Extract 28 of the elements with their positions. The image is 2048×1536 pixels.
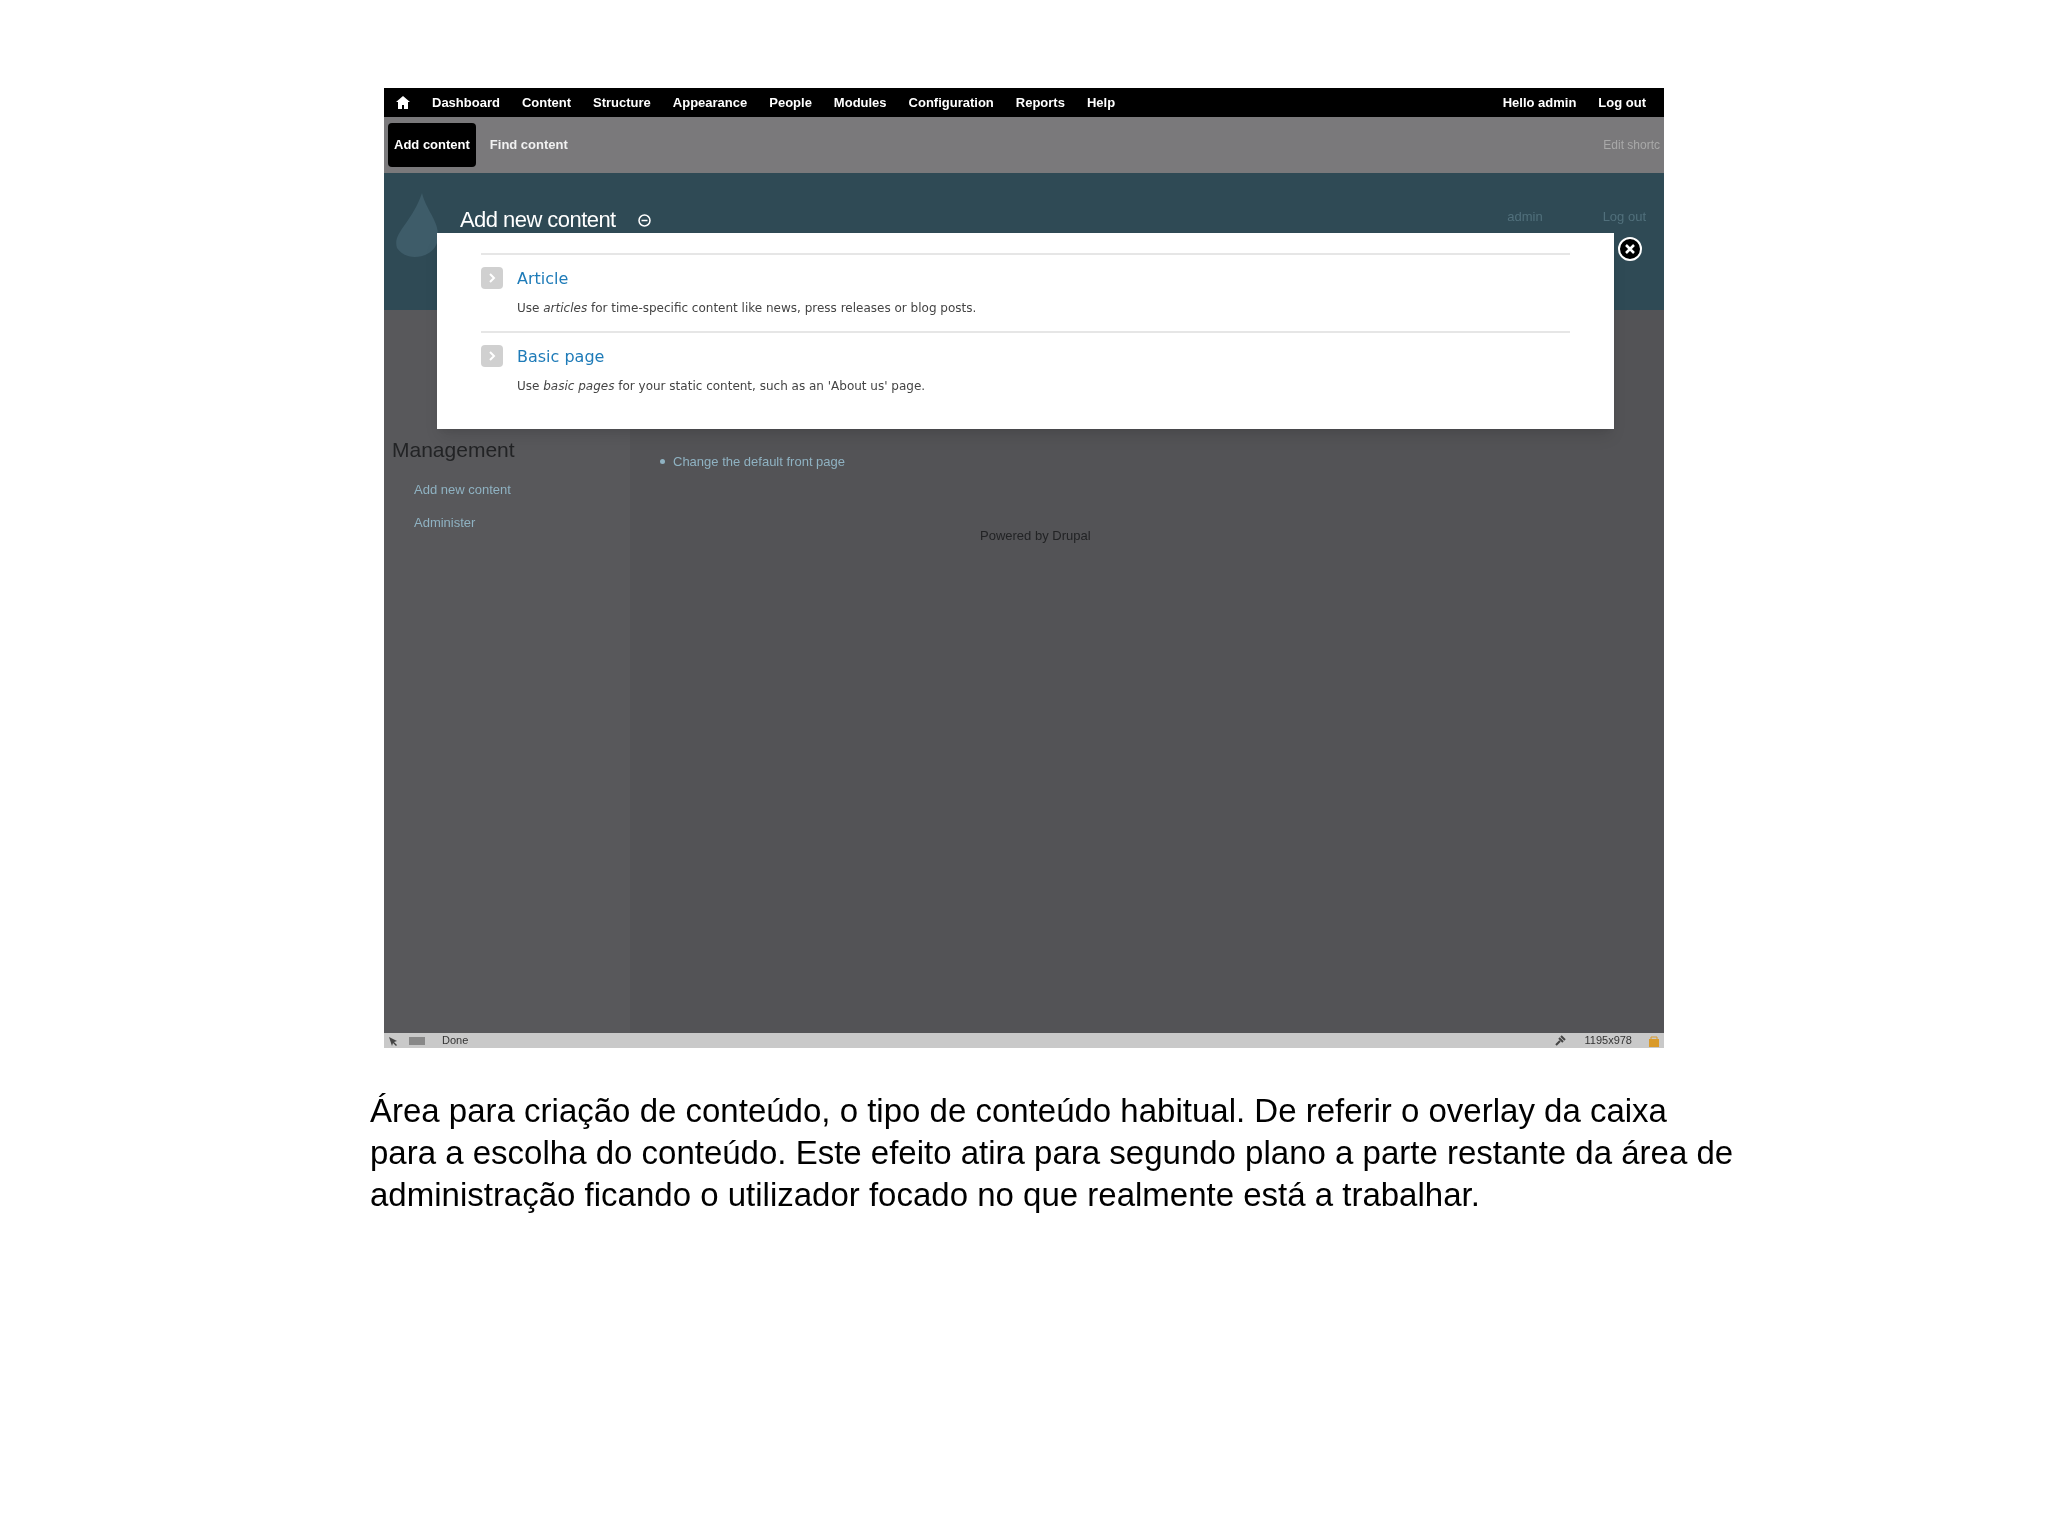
bullet-icon bbox=[660, 459, 665, 465]
greeting-text: Hello admin bbox=[1502, 93, 1577, 112]
menu-link[interactable]: Modules bbox=[833, 92, 887, 113]
content-type-link[interactable]: Basic page bbox=[517, 345, 605, 369]
logout-link[interactable]: Log out bbox=[1598, 92, 1646, 113]
lock-icon bbox=[1648, 1034, 1660, 1047]
shortcut-tab[interactable]: Add content bbox=[388, 123, 476, 167]
plug-icon bbox=[1554, 1034, 1567, 1047]
menu-link[interactable]: Reports bbox=[1015, 92, 1065, 113]
menu-link[interactable]: Structure bbox=[593, 92, 651, 113]
shortcut-tab[interactable]: Find content bbox=[483, 123, 574, 167]
menu-link[interactable]: Content bbox=[521, 92, 571, 113]
status-text: Done bbox=[442, 1033, 469, 1049]
content-type-description: Use basic pages for your static content, such as an 'About us' page. bbox=[517, 378, 926, 395]
menu-link[interactable]: People bbox=[769, 92, 812, 113]
collapse-icon[interactable] bbox=[638, 214, 651, 227]
menu-link[interactable]: Configuration bbox=[908, 92, 994, 113]
menu-link[interactable]: Help bbox=[1086, 92, 1116, 113]
caption: Área para criação de conteúdo, o tipo de conteúdo habitual. De referir o overlay da caixa para a escolha do conteúdo. Este efeito atira para segundo plano a parte restante da área de administração ficando o utilizador focado no que realmente está a trabalhar. bbox=[370, 1091, 1735, 1215]
status-icon bbox=[408, 1035, 426, 1046]
menu-link[interactable]: Dashboard bbox=[432, 92, 500, 113]
status-icon bbox=[388, 1035, 400, 1046]
page-title: Add new content bbox=[460, 206, 616, 234]
content-type-description: Use articles for time-specific content like news, press releases or blog posts. bbox=[517, 300, 977, 317]
menu-link[interactable]: Appearance bbox=[672, 92, 748, 113]
content-type-link[interactable]: Article bbox=[517, 267, 569, 291]
home-icon[interactable] bbox=[396, 96, 410, 109]
window-size: 1195x978 bbox=[1584, 1033, 1632, 1049]
